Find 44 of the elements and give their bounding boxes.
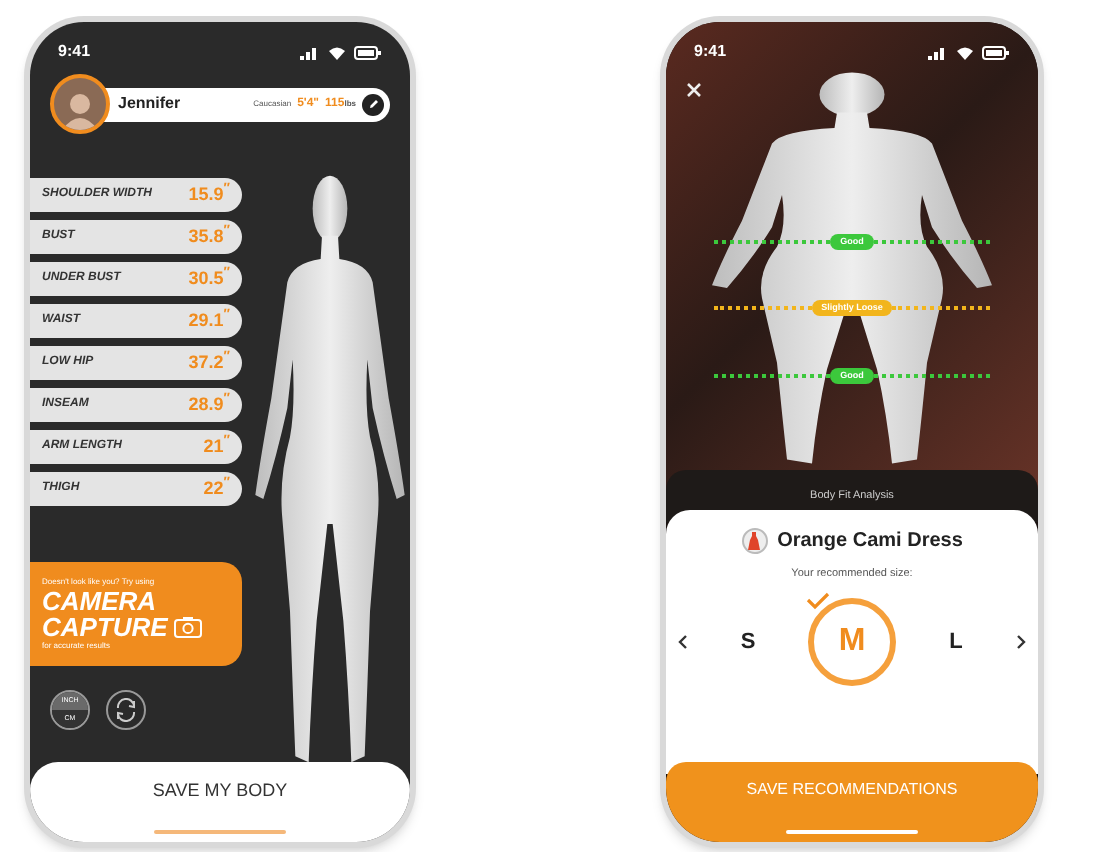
close-icon [686,82,702,98]
chevron-left-icon[interactable] [678,634,688,651]
measurement-value: 21$^{″}$ [203,433,230,460]
dotted-line [714,240,831,244]
battery-icon [982,45,1010,59]
pencil-icon [367,98,379,110]
dotted-line [892,306,991,310]
measurement-value: 28.9$^{″}$ [188,391,230,418]
signal-icon [928,45,948,59]
size-option[interactable]: S [728,622,768,663]
measurement-value: 35.8$^{″}$ [188,223,230,250]
measurement-value: 37.2$^{″}$ [188,349,230,376]
home-indicator [786,830,918,834]
profile-name: Jennifer [118,92,181,116]
dotted-line [714,374,831,378]
edit-button[interactable] [362,93,384,115]
dotted-line [873,240,990,244]
signal-icon [300,45,320,59]
camera-icon [173,616,202,638]
save-body-button[interactable]: SAVE MY BODY [152,778,288,805]
battery-icon [354,45,382,59]
dress-icon [748,532,761,550]
status-time: 9:41 [694,40,727,64]
camera-title: CAMERA [42,588,159,614]
size-option[interactable]: L [936,622,976,663]
close-button[interactable] [682,78,706,102]
dotted-line [873,374,990,378]
measurement-value: 30.5$^{″}$ [188,265,230,292]
wifi-icon [328,45,346,59]
avatar[interactable] [50,74,110,134]
dotted-line [714,306,812,310]
rotate-icon [114,698,138,722]
check-icon [806,592,830,611]
measurement-value: 29.1$^{″}$ [188,307,230,334]
rotate-button[interactable] [106,690,146,730]
measurement-value: 22$^{″}$ [203,475,230,502]
product-name: Orange Cami Dress [777,528,963,556]
measurement-value: 15.9$^{″}$ [188,181,230,208]
wifi-icon [956,45,974,59]
home-indicator [154,830,286,834]
person-silhouette-icon [60,90,100,130]
camera-title: CAPTURE [42,614,168,640]
chevron-right-icon[interactable] [1016,634,1026,651]
status-time: 9:41 [58,40,91,64]
